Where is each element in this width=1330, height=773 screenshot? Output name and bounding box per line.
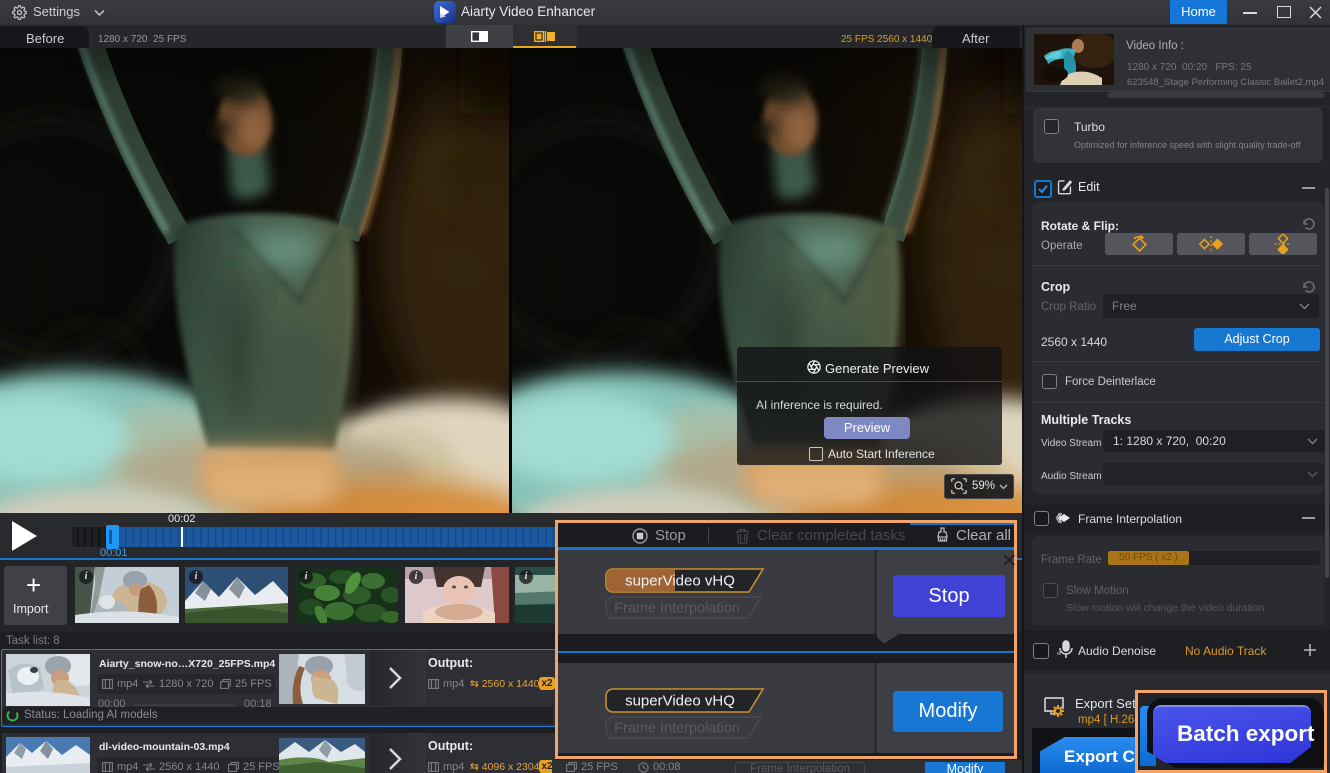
- svg-text:Frame Interpolation: Frame Interpolation: [614, 600, 740, 616]
- svg-text:Frame Interpolation: Frame Interpolation: [614, 721, 740, 737]
- svg-text:superVideo vHQ: superVideo vHQ: [625, 693, 735, 710]
- svg-text:superVideo vHQ: superVideo vHQ: [625, 572, 735, 589]
